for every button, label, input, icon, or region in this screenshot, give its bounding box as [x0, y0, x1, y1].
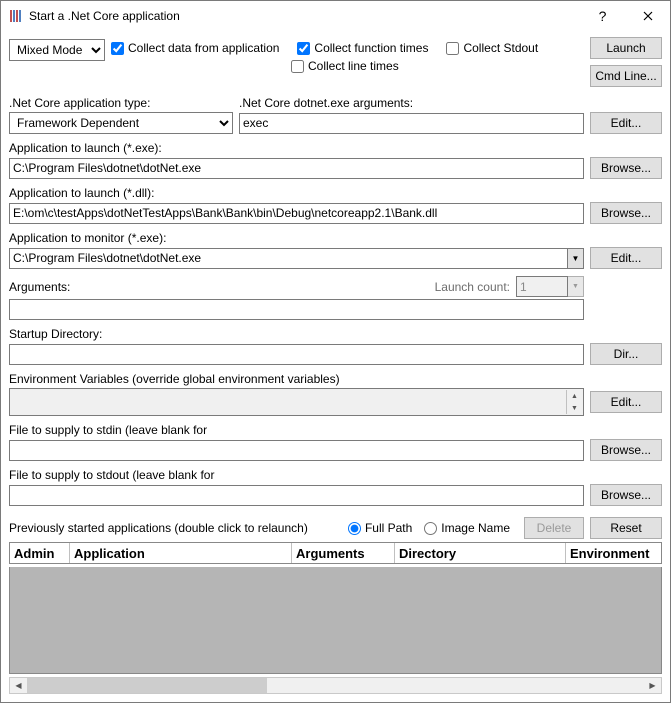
history-label: Previously started applications (double … [9, 521, 342, 535]
stdin-browse-button[interactable]: Browse... [590, 439, 662, 461]
col-application[interactable]: Application [70, 543, 292, 563]
chk-collect-stdout-input[interactable] [446, 42, 459, 55]
launch-count-input [516, 276, 568, 297]
monitor-exe-combo[interactable]: ▼ [9, 248, 584, 269]
delete-button: Delete [524, 517, 584, 539]
env-vars-edit-button[interactable]: Edit... [590, 391, 662, 413]
arguments-label: Arguments: [9, 280, 429, 294]
chk-collect-line-times[interactable]: Collect line times [291, 59, 399, 73]
dialog-window: Start a .Net Core application ? Mixed Mo… [0, 0, 671, 703]
startup-dir-button[interactable]: Dir... [590, 343, 662, 365]
stdout-browse-button[interactable]: Browse... [590, 484, 662, 506]
launch-dll-label: Application to launch (*.dll): [9, 186, 662, 200]
launch-exe-input[interactable] [9, 158, 584, 179]
app-type-select[interactable]: Framework Dependent [9, 112, 233, 134]
titlebar: Start a .Net Core application ? [1, 1, 670, 31]
arguments-input[interactable] [9, 299, 584, 320]
window-title: Start a .Net Core application [29, 9, 580, 23]
startup-dir-label: Startup Directory: [9, 327, 662, 341]
stdin-input[interactable] [9, 440, 584, 461]
scroll-thumb[interactable] [27, 678, 267, 693]
stdin-label: File to supply to stdin (leave blank for [9, 423, 662, 437]
mode-select[interactable]: Mixed Mode [9, 39, 105, 61]
app-type-label: .Net Core application type: [9, 96, 239, 110]
dotnet-args-input[interactable] [239, 113, 584, 134]
monitor-exe-edit-button[interactable]: Edit... [590, 247, 662, 269]
launch-exe-label: Application to launch (*.exe): [9, 141, 662, 155]
monitor-exe-input[interactable] [9, 248, 567, 269]
col-admin[interactable]: Admin [10, 543, 70, 563]
radio-image-name[interactable]: Image Name [424, 521, 510, 535]
close-button[interactable] [625, 2, 670, 31]
launch-exe-browse-button[interactable]: Browse... [590, 157, 662, 179]
chevron-down-icon[interactable]: ▼ [566, 402, 582, 414]
scroll-left-icon[interactable]: ◀ [10, 678, 27, 693]
startup-dir-input[interactable] [9, 344, 584, 365]
monitor-exe-label: Application to monitor (*.exe): [9, 231, 662, 245]
horizontal-scrollbar[interactable]: ◀ ▶ [9, 677, 662, 694]
chk-collect-func-times[interactable]: Collect function times [297, 41, 428, 55]
col-arguments[interactable]: Arguments [292, 543, 395, 563]
env-vars-label: Environment Variables (override global e… [9, 372, 662, 386]
chevron-down-icon[interactable]: ▼ [567, 248, 584, 269]
env-vars-box[interactable]: ▲ ▼ [9, 388, 584, 416]
launch-count-spinner: ▼ [516, 276, 584, 297]
col-environment[interactable]: Environment [566, 543, 661, 563]
chk-collect-data-input[interactable] [111, 42, 124, 55]
launch-count-label: Launch count: [435, 280, 510, 294]
dotnet-args-label: .Net Core dotnet.exe arguments: [239, 96, 413, 110]
stdout-label: File to supply to stdout (leave blank fo… [9, 468, 662, 482]
scroll-track[interactable] [27, 678, 644, 693]
launch-dll-input[interactable] [9, 203, 584, 224]
history-table-header: Admin Application Arguments Directory En… [9, 542, 662, 564]
chk-collect-stdout[interactable]: Collect Stdout [446, 41, 538, 55]
chevron-up-icon[interactable]: ▲ [566, 390, 582, 402]
help-button[interactable]: ? [580, 2, 625, 31]
radio-full-path[interactable]: Full Path [348, 521, 412, 535]
col-directory[interactable]: Directory [395, 543, 566, 563]
chk-collect-data[interactable]: Collect data from application [111, 41, 279, 55]
reset-button[interactable]: Reset [590, 517, 662, 539]
dotnet-args-edit-button[interactable]: Edit... [590, 112, 662, 134]
chk-collect-line-times-input[interactable] [291, 60, 304, 73]
cmdline-button[interactable]: Cmd Line... [590, 65, 662, 87]
chevron-down-icon: ▼ [568, 276, 584, 297]
dialog-content: Mixed Mode Collect data from application… [1, 31, 670, 702]
history-table-body[interactable] [9, 567, 662, 674]
app-icon [7, 8, 23, 24]
launch-dll-browse-button[interactable]: Browse... [590, 202, 662, 224]
stdout-input[interactable] [9, 485, 584, 506]
chk-collect-func-times-input[interactable] [297, 42, 310, 55]
launch-button[interactable]: Launch [590, 37, 662, 59]
scroll-right-icon[interactable]: ▶ [644, 678, 661, 693]
